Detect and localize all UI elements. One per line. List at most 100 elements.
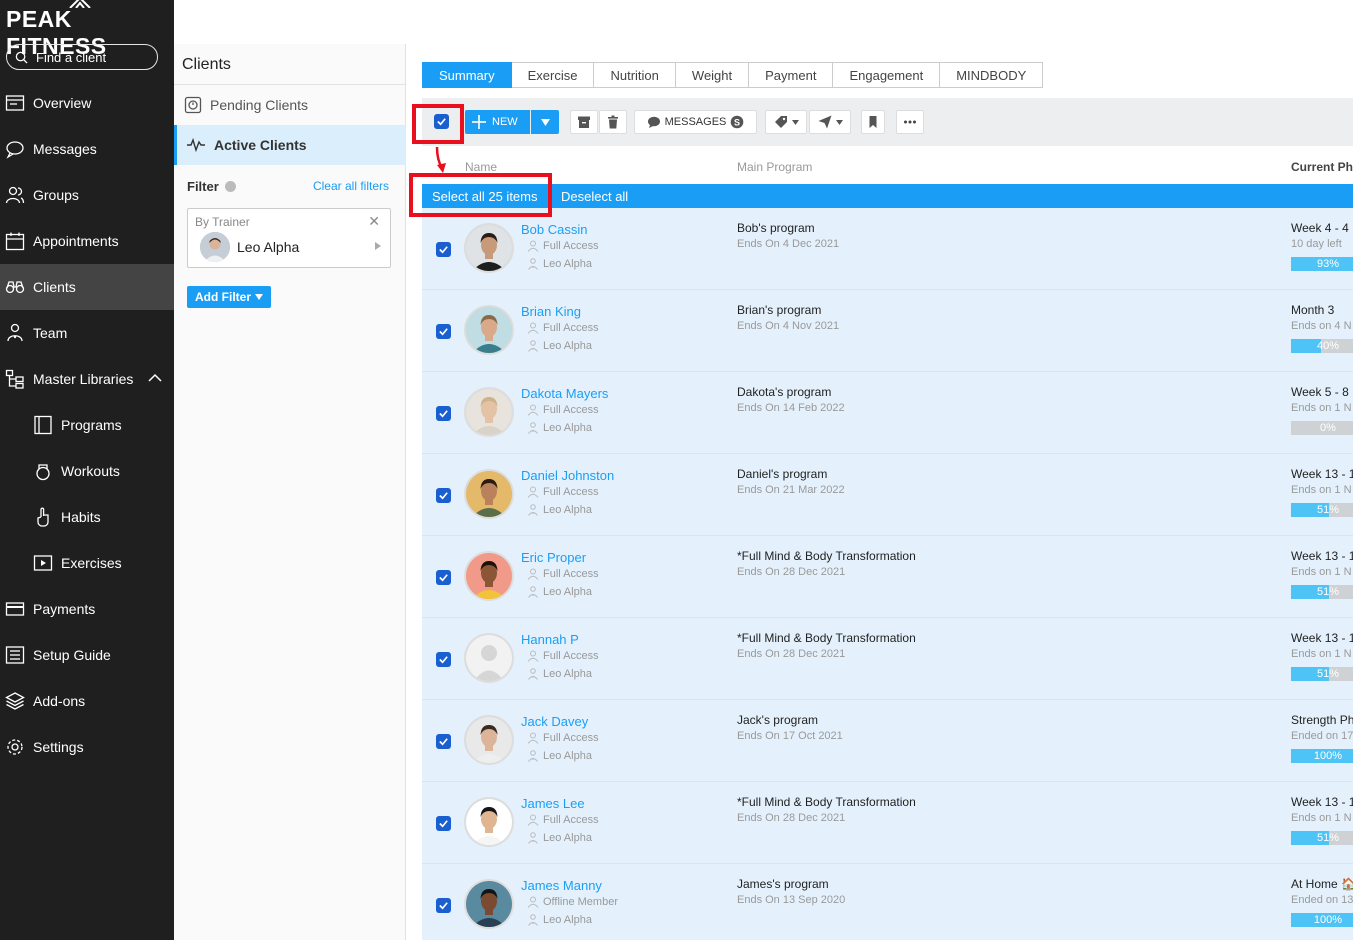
client-name-link[interactable]: Hannah P	[521, 632, 579, 647]
bookmark-button[interactable]	[861, 110, 885, 134]
column-header-name[interactable]: Name	[465, 160, 497, 174]
main-program[interactable]: *Full Mind & Body Transformation	[737, 549, 916, 563]
nav-item-exercises[interactable]: Exercises	[0, 540, 174, 586]
avatar[interactable]	[464, 305, 514, 355]
nav-item-settings[interactable]: Settings	[0, 724, 174, 770]
table-row[interactable]: Dakota Mayers Full Access Leo Alpha Dako…	[422, 372, 1353, 454]
tab-weight[interactable]: Weight	[675, 62, 750, 88]
tab-exercise[interactable]: Exercise	[511, 62, 595, 88]
nav-item-setup-guide[interactable]: Setup Guide	[0, 632, 174, 678]
client-name-link[interactable]: Jack Davey	[521, 714, 588, 729]
table-row[interactable]: James Lee Full Access Leo Alpha *Full Mi…	[422, 782, 1353, 864]
row-checkbox[interactable]	[436, 242, 451, 257]
avatar[interactable]	[464, 797, 514, 847]
main-program[interactable]: *Full Mind & Body Transformation	[737, 795, 916, 809]
add-filter-button[interactable]: Add Filter	[187, 286, 271, 308]
nav-label: Clients	[33, 279, 76, 295]
messages-button[interactable]: MESSAGES S	[634, 110, 757, 134]
table-row[interactable]: Brian King Full Access Leo Alpha Brian's…	[422, 290, 1353, 372]
row-checkbox[interactable]	[436, 324, 451, 339]
main-program[interactable]: Daniel's program	[737, 467, 827, 481]
pending-clients-item[interactable]: Pending Clients	[174, 85, 406, 125]
client-name-link[interactable]: Eric Proper	[521, 550, 586, 565]
client-name-link[interactable]: James Lee	[521, 796, 585, 811]
tab-payment[interactable]: Payment	[749, 62, 834, 88]
row-checkbox[interactable]	[436, 652, 451, 667]
active-clients-item[interactable]: Active Clients	[174, 125, 406, 165]
archive-button[interactable]	[570, 110, 598, 134]
column-header-program[interactable]: Main Program	[737, 160, 812, 174]
tag-dropdown-button[interactable]	[765, 110, 807, 134]
row-checkbox[interactable]	[436, 734, 451, 749]
tab-nutrition[interactable]: Nutrition	[594, 62, 676, 88]
client-name-link[interactable]: James Manny	[521, 878, 602, 893]
program-end-date: Ends On 28 Dec 2021	[737, 648, 846, 660]
avatar[interactable]	[464, 879, 514, 929]
current-phase: Month 3	[1291, 303, 1335, 317]
nav-item-messages[interactable]: Messages	[0, 126, 174, 172]
row-checkbox[interactable]	[436, 488, 451, 503]
nav-item-master-libraries[interactable]: Master Libraries	[0, 356, 174, 402]
avatar[interactable]	[464, 551, 514, 601]
nav-item-add-ons[interactable]: Add-ons	[0, 678, 174, 724]
client-name-link[interactable]: Bob Cassin	[521, 222, 587, 237]
nav-item-habits[interactable]: Habits	[0, 494, 174, 540]
nav-item-overview[interactable]: Overview	[0, 80, 174, 126]
tab-mindbody[interactable]: MINDBODY	[940, 62, 1044, 88]
find-client-input[interactable]: Find a client	[6, 44, 158, 70]
row-checkbox[interactable]	[436, 898, 451, 913]
send-dropdown-button[interactable]	[809, 110, 851, 134]
column-header-phase[interactable]: Current Ph	[1291, 160, 1353, 174]
clear-all-filters-link[interactable]: Clear all filters	[313, 179, 389, 193]
avatar[interactable]	[464, 715, 514, 765]
table-row[interactable]: Bob Cassin Full Access Leo Alpha Bob's p…	[422, 208, 1353, 290]
trainer-filter-card[interactable]: By Trainer ✕ Leo Alpha	[187, 208, 391, 268]
tab-summary[interactable]: Summary	[422, 62, 512, 88]
row-checkbox[interactable]	[436, 570, 451, 585]
avatar[interactable]	[464, 469, 514, 519]
avatar[interactable]	[464, 387, 514, 437]
row-checkbox[interactable]	[436, 816, 451, 831]
nav-item-groups[interactable]: Groups	[0, 172, 174, 218]
new-dropdown-button[interactable]	[531, 110, 559, 134]
new-button[interactable]: NEW	[465, 110, 530, 134]
main-program[interactable]: Bob's program	[737, 221, 815, 235]
avatar[interactable]	[464, 633, 514, 683]
table-row[interactable]: Eric Proper Full Access Leo Alpha *Full …	[422, 536, 1353, 618]
nav-item-team[interactable]: Team	[0, 310, 174, 356]
remove-filter-icon[interactable]: ✕	[368, 213, 380, 230]
table-row[interactable]: Hannah P Full Access Leo Alpha *Full Min…	[422, 618, 1353, 700]
table-row[interactable]: Daniel Johnston Full Access Leo Alpha Da…	[422, 454, 1353, 536]
main-program[interactable]: Dakota's program	[737, 385, 831, 399]
main-program[interactable]: *Full Mind & Body Transformation	[737, 631, 916, 645]
nav-item-payments[interactable]: Payments	[0, 586, 174, 632]
user-outline-icon	[527, 896, 539, 908]
deselect-all-link[interactable]: Deselect all	[561, 189, 628, 204]
chevron-up-icon[interactable]	[148, 371, 162, 385]
delete-button[interactable]	[599, 110, 627, 134]
client-name-link[interactable]: Daniel Johnston	[521, 468, 614, 483]
nav-item-programs[interactable]: Programs	[0, 402, 174, 448]
brand-logo[interactable]: PEAK FITNESS	[6, 0, 174, 59]
nav-item-appointments[interactable]: Appointments	[0, 218, 174, 264]
main-program[interactable]: Brian's program	[737, 303, 821, 317]
more-options-button[interactable]	[896, 110, 924, 134]
nav-item-clients[interactable]: Clients	[0, 264, 174, 310]
info-icon[interactable]	[224, 181, 236, 192]
main-program[interactable]: James's program	[737, 877, 829, 891]
assigned-trainer: Leo Alpha	[527, 340, 592, 352]
access-level: Full Access	[527, 568, 599, 580]
row-checkbox[interactable]	[436, 406, 451, 421]
tab-engagement[interactable]: Engagement	[833, 62, 941, 88]
table-row[interactable]: Jack Davey Full Access Leo Alpha Jack's …	[422, 700, 1353, 782]
chat-bubble-icon	[5, 139, 25, 159]
nav-label: Exercises	[61, 555, 122, 571]
trainer-label: Leo Alpha	[543, 914, 592, 926]
bookmark-icon	[869, 116, 877, 128]
main-program[interactable]: Jack's program	[737, 713, 818, 727]
avatar[interactable]	[464, 223, 514, 273]
client-name-link[interactable]: Brian King	[521, 304, 581, 319]
table-row[interactable]: James Manny Offline Member Leo Alpha Jam…	[422, 864, 1353, 940]
client-name-link[interactable]: Dakota Mayers	[521, 386, 608, 401]
nav-item-workouts[interactable]: Workouts	[0, 448, 174, 494]
